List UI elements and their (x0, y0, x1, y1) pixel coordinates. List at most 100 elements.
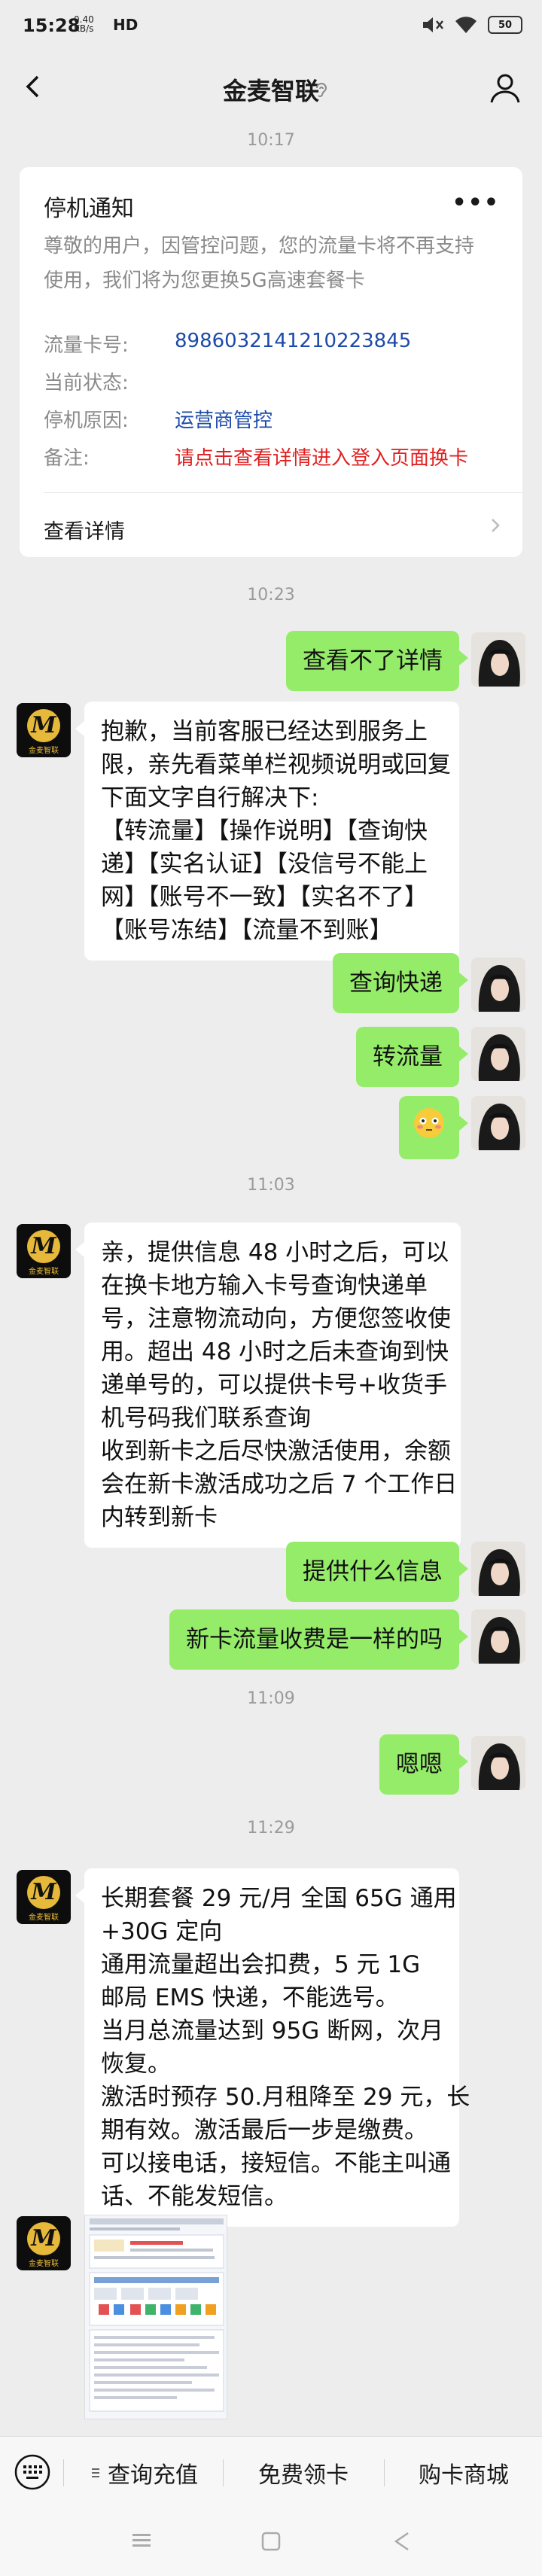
message-text: 【账号冻结】【流量不到账】 (101, 917, 393, 944)
notice-title: 停机通知 (44, 196, 134, 222)
hd-indicator: HD (113, 16, 139, 34)
message-text: 递】【实名认证】【没信号不能上 (101, 851, 428, 878)
menu-label: 查询充值 (108, 2462, 198, 2489)
message-text: 激活时预存 50.月租降至 29 元，长 (101, 2084, 470, 2111)
more-icon[interactable]: ••• (452, 190, 500, 216)
message-bubble-outgoing[interactable]: 嗯嗯 (379, 1734, 468, 1795)
brand-logo: M (27, 1230, 60, 1263)
message-text: 收到新卡之后尽快激活使用，余额 (101, 1438, 451, 1465)
brand-logo-text: 金麦智联 (29, 1268, 59, 1276)
bot-avatar[interactable]: M 金麦智联 (17, 703, 71, 757)
notice-description-line: 尊敬的用户，因管控问题，您的流量卡将不再支持 (44, 235, 475, 257)
message-bubble-outgoing[interactable] (399, 1096, 468, 1159)
profile-icon[interactable] (488, 71, 522, 105)
user-avatar[interactable] (471, 632, 525, 687)
brand-logo: M (27, 709, 60, 742)
message-text: 下面文字自行解决下: (101, 784, 319, 811)
user-avatar-image (471, 1027, 525, 1081)
message-bubble-outgoing[interactable]: 转流量 (356, 1027, 468, 1087)
menu-query-recharge[interactable]: 查询充值 (65, 2437, 221, 2509)
timestamp: 10:23 (247, 586, 295, 604)
user-avatar[interactable] (471, 1609, 525, 1664)
divider (223, 2459, 224, 2486)
keyboard-icon[interactable] (14, 2453, 51, 2491)
network-speed: 0.40 KB/s (74, 15, 94, 33)
bot-avatar[interactable]: M 金麦智联 (17, 1224, 71, 1278)
page-title: 金麦智联 (222, 77, 319, 105)
message-text: 限，亲先看菜单栏视频说明或回复 (101, 751, 451, 778)
user-avatar-image (471, 632, 525, 687)
bot-avatar[interactable]: M 金麦智联 (17, 1870, 71, 1924)
message-bubble-incoming[interactable]: 亲，提供信息 48 小时之后，可以 在换卡地方输入卡号查询快递单 号，注意物流动… (75, 1223, 461, 1548)
message-text: 递单号的，可以提供卡号+收货手 (101, 1372, 447, 1399)
message-text: 转流量 (373, 1043, 443, 1070)
field-value-reason: 运营商管控 (175, 410, 273, 432)
message-text: 当月总流量达到 95G 断网，次月 (101, 2017, 444, 2045)
message-text: 【转流量】【操作说明】【查询快 (101, 818, 428, 845)
brand-logo: M (27, 1876, 60, 1909)
message-text: 长期套餐 29 元/月 全国 65G 通用 (101, 1885, 457, 1912)
back-icon[interactable] (390, 2529, 414, 2553)
home-icon[interactable] (259, 2529, 283, 2553)
message-bubble-outgoing[interactable]: 提供什么信息 (286, 1542, 468, 1602)
divider (44, 492, 522, 493)
user-avatar-image (471, 1542, 525, 1596)
message-text: 在换卡地方输入卡号查询快递单 (101, 1272, 428, 1299)
message-text: 嗯嗯 (396, 1751, 443, 1778)
menu-free-card[interactable]: 免费领卡 (224, 2437, 382, 2509)
timestamp: 11:09 (247, 1689, 295, 1708)
message-text: 查看不了详情 (303, 647, 443, 674)
message-text: 邮局 EMS 快递，不能选号。 (101, 1984, 399, 2011)
message-text: 机号码我们联系查询 (101, 1405, 311, 1432)
menu-card-shop[interactable]: 购卡商城 (385, 2437, 542, 2509)
message-bubble-outgoing[interactable]: 新卡流量收费是一样的吗 (169, 1609, 468, 1670)
message-text: 提供什么信息 (303, 1558, 443, 1585)
image-thumbnail-content (85, 2215, 227, 2419)
user-avatar[interactable] (471, 1736, 525, 1790)
recent-apps-icon[interactable] (129, 2529, 154, 2552)
message-text: +30G 定向 (101, 1918, 223, 1945)
message-text: 新卡流量收费是一样的吗 (186, 1626, 443, 1653)
user-avatar[interactable] (471, 958, 525, 1012)
message-text: 用。超出 48 小时之后未查询到快 (101, 1338, 449, 1366)
field-label-card-number: 流量卡号: (44, 334, 129, 357)
message-bubble-outgoing[interactable]: 查看不了详情 (286, 631, 468, 691)
field-value-card-number: 8986032141210223845 (175, 330, 412, 352)
view-details-link[interactable]: 查看详情 (44, 515, 125, 544)
menu-label: 购卡商城 (419, 2462, 509, 2489)
notice-description-line: 使用，我们将为您更换5G高速套餐卡 (44, 269, 365, 292)
brand-logo: M (27, 2222, 60, 2255)
wifi-icon (455, 17, 477, 33)
user-avatar-image (471, 958, 525, 1012)
field-label-reason: 停机原因: (44, 410, 129, 432)
notice-description: 尊敬的用户，因管控问题，您的流量卡将不再支持 使用，我们将为您更换5G高速套餐卡 (44, 229, 503, 298)
message-bubble-incoming[interactable]: 长期套餐 29 元/月 全国 65G 通用 +30G 定向 通用流量超出会扣费，… (75, 1868, 470, 2227)
divider (63, 2459, 64, 2486)
divider (384, 2459, 385, 2486)
status-bar: 15:28 0.40 KB/s HD 50 (0, 0, 542, 51)
message-bubble-outgoing[interactable]: 查询快递 (333, 953, 468, 1013)
brand-logo-text: 金麦智联 (29, 1914, 59, 1922)
mute-icon (423, 17, 443, 32)
brand-logo-text: 金麦智联 (29, 747, 59, 755)
message-bubble-incoming[interactable]: 抱歉，当前客服已经达到服务上 限，亲先看菜单栏视频说明或回复 下面文字自行解决下… (75, 702, 459, 961)
ear-icon (316, 83, 327, 97)
chevron-right-icon (492, 519, 500, 532)
title-bar: 金麦智联 (0, 51, 542, 126)
message-text: 可以接电话，接短信。不能主叫通 (101, 2150, 451, 2177)
message-text: 通用流量超出会扣费，5 元 1G (101, 1951, 421, 1978)
bot-avatar[interactable]: M 金麦智联 (17, 2216, 71, 2270)
status-right: 50 (422, 14, 522, 36)
message-text: 期有效。激活最后一步是缴费。 (101, 2117, 428, 2144)
user-avatar-image (471, 1609, 525, 1664)
image-message-thumbnail[interactable] (84, 2215, 227, 2419)
user-avatar[interactable] (471, 1096, 525, 1150)
user-avatar[interactable] (471, 1542, 525, 1596)
user-avatar[interactable] (471, 1027, 525, 1081)
message-text: 抱歉，当前客服已经达到服务上 (101, 718, 428, 745)
field-label-remark: 备注: (44, 447, 90, 470)
message-text: 话、不能发短信。 (101, 2183, 288, 2210)
notice-card[interactable]: 停机通知 ••• 尊敬的用户，因管控问题，您的流量卡将不再支持 使用，我们将为您… (20, 167, 522, 557)
user-avatar-image (471, 1096, 525, 1150)
user-avatar-image (471, 1736, 525, 1790)
